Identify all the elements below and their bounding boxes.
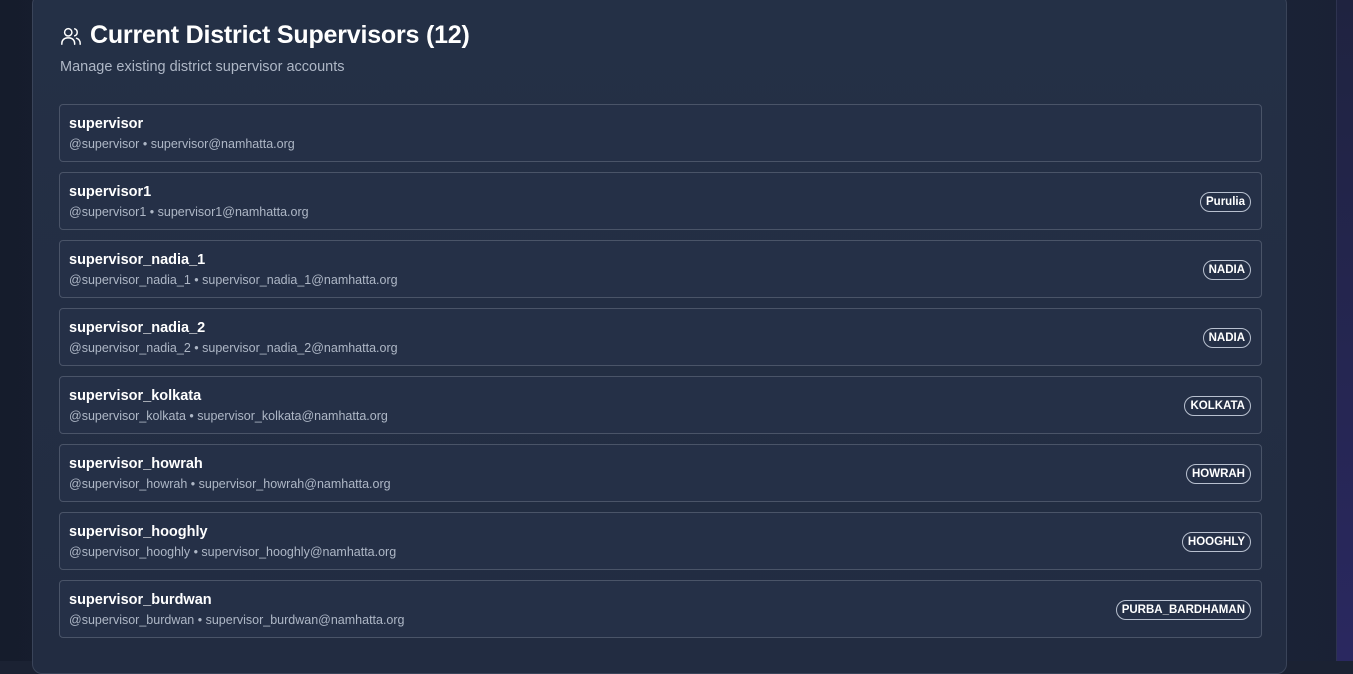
supervisor-name: supervisor [69, 116, 143, 132]
supervisor-username: @supervisor1 [69, 205, 146, 219]
meta-separator: • [191, 341, 202, 355]
supervisors-card: Current District Supervisors (12) Manage… [32, 0, 1287, 674]
supervisor-email: supervisor_howrah@namhatta.org [199, 477, 391, 491]
right-scroll-strip [1336, 0, 1353, 661]
supervisor-row[interactable]: supervisor @supervisor • supervisor@namha… [59, 104, 1262, 162]
supervisor-meta: @supervisor1 • supervisor1@namhatta.org [69, 205, 309, 219]
supervisor-username: @supervisor_howrah [69, 477, 187, 491]
meta-separator: • [146, 205, 157, 219]
supervisor-email: supervisor_nadia_1@namhatta.org [202, 273, 397, 287]
supervisor-list: supervisor @supervisor • supervisor@namha… [59, 104, 1262, 648]
card-header: Current District Supervisors (12) [60, 21, 470, 50]
meta-separator: • [139, 137, 150, 151]
page-subtitle: Manage existing district supervisor acco… [60, 59, 345, 75]
supervisor-name: supervisor_kolkata [69, 388, 201, 404]
supervisor-name: supervisor_burdwan [69, 592, 212, 608]
meta-separator: • [194, 613, 205, 627]
supervisor-username: @supervisor_nadia_2 [69, 341, 191, 355]
page-title: Current District Supervisors (12) [90, 21, 470, 50]
district-badge: HOWRAH [1186, 464, 1251, 484]
supervisor-username: @supervisor_hooghly [69, 545, 190, 559]
district-badge: Purulia [1200, 192, 1251, 212]
supervisor-meta: @supervisor_hooghly • supervisor_hooghly… [69, 545, 396, 559]
supervisor-username: @supervisor [69, 137, 139, 151]
supervisor-email: supervisor@namhatta.org [151, 137, 295, 151]
district-badge: KOLKATA [1184, 396, 1251, 416]
supervisor-name: supervisor1 [69, 184, 151, 200]
supervisor-name: supervisor_nadia_2 [69, 320, 205, 336]
supervisor-meta: @supervisor_howrah • supervisor_howrah@n… [69, 477, 391, 491]
district-badge: PURBA_BARDHAMAN [1116, 600, 1251, 620]
supervisor-row[interactable]: supervisor_burdwan @supervisor_burdwan • … [59, 580, 1262, 638]
supervisor-email: supervisor1@namhatta.org [158, 205, 309, 219]
meta-separator: • [187, 477, 198, 491]
supervisor-email: supervisor_burdwan@namhatta.org [206, 613, 405, 627]
district-badge: HOOGHLY [1182, 532, 1251, 552]
supervisor-name: supervisor_nadia_1 [69, 252, 205, 268]
meta-separator: • [191, 273, 202, 287]
supervisor-row[interactable]: supervisor_nadia_2 @supervisor_nadia_2 • … [59, 308, 1262, 366]
supervisor-email: supervisor_kolkata@namhatta.org [197, 409, 388, 423]
supervisor-username: @supervisor_burdwan [69, 613, 194, 627]
supervisor-name: supervisor_howrah [69, 456, 203, 472]
supervisor-meta: @supervisor • supervisor@namhatta.org [69, 137, 295, 151]
supervisor-meta: @supervisor_kolkata • supervisor_kolkata… [69, 409, 388, 423]
supervisor-row[interactable]: supervisor_howrah @supervisor_howrah • su… [59, 444, 1262, 502]
district-badge: NADIA [1203, 260, 1251, 280]
supervisor-email: supervisor_hooghly@namhatta.org [201, 545, 396, 559]
supervisor-meta: @supervisor_burdwan • supervisor_burdwan… [69, 613, 405, 627]
supervisor-username: @supervisor_nadia_1 [69, 273, 191, 287]
users-icon [60, 25, 82, 47]
supervisor-meta: @supervisor_nadia_2 • supervisor_nadia_2… [69, 341, 398, 355]
supervisor-row[interactable]: supervisor_hooghly @supervisor_hooghly • … [59, 512, 1262, 570]
supervisor-row[interactable]: supervisor1 @supervisor1 • supervisor1@na… [59, 172, 1262, 230]
supervisor-row[interactable]: supervisor_nadia_1 @supervisor_nadia_1 • … [59, 240, 1262, 298]
meta-separator: • [186, 409, 197, 423]
district-badge: NADIA [1203, 328, 1251, 348]
supervisor-email: supervisor_nadia_2@namhatta.org [202, 341, 397, 355]
supervisor-name: supervisor_hooghly [69, 524, 208, 540]
supervisor-row[interactable]: supervisor_kolkata @supervisor_kolkata • … [59, 376, 1262, 434]
supervisor-username: @supervisor_kolkata [69, 409, 186, 423]
supervisor-meta: @supervisor_nadia_1 • supervisor_nadia_1… [69, 273, 398, 287]
meta-separator: • [190, 545, 201, 559]
